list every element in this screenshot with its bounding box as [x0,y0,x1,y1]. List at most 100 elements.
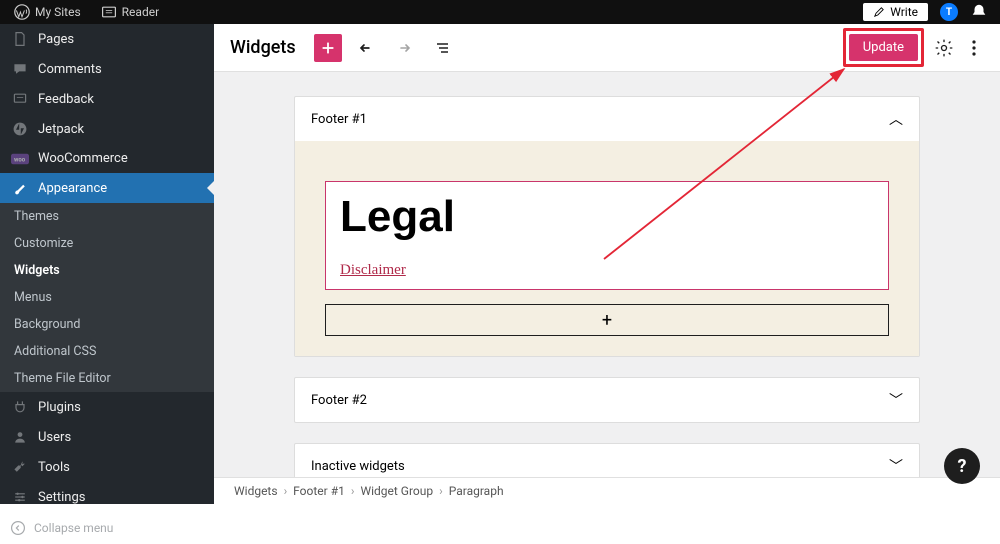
block-appender[interactable]: + [325,304,889,336]
breadcrumb-item[interactable]: Paragraph [449,484,504,498]
collapse-label: Collapse menu [34,521,113,535]
breadcrumb-separator: › [439,484,443,498]
sidebar-item-label: Comments [38,62,102,77]
reader-link[interactable]: Reader [93,0,167,24]
main-layout: Pages Comments Feedback Jetpack woo WooC… [0,24,1000,504]
sidebar-item-label: Plugins [38,400,81,415]
chevron-down-icon: ﹀ [889,390,903,410]
widget-area-header-footer1[interactable]: Footer #1 ︿ [295,97,919,141]
sidebar-item-label: Pages [38,32,74,47]
sidebar-item-pages[interactable]: Pages [0,24,214,54]
svg-text:woo: woo [14,156,26,163]
sidebar-item-label: Feedback [38,92,94,107]
sidebar-item-plugins[interactable]: Plugins [0,392,214,422]
submenu-customize[interactable]: Customize [0,230,214,257]
submenu-themes[interactable]: Themes [0,203,214,230]
heading-block[interactable]: Legal [340,192,874,242]
breadcrumb-item[interactable]: Widgets [234,484,278,498]
more-options-icon[interactable] [964,38,984,58]
sidebar-item-woocommerce[interactable]: woo WooCommerce [0,144,214,173]
sidebar-item-comments[interactable]: Comments [0,54,214,84]
pencil-icon [873,6,885,18]
sliders-icon [10,489,30,505]
sidebar-item-label: Users [38,430,71,445]
woocommerce-icon: woo [10,153,30,165]
notification-icon[interactable] [970,3,988,21]
sidebar-item-feedback[interactable]: Feedback [0,84,214,114]
collapse-menu[interactable]: Collapse menu [0,512,214,544]
submenu-menus[interactable]: Menus [0,284,214,311]
my-sites-label: My Sites [35,5,81,19]
chevron-down-icon: ﹀ [889,456,903,476]
write-label: Write [890,5,918,19]
widget-area-title: Inactive widgets [311,459,405,474]
sidebar-item-users[interactable]: Users [0,422,214,452]
editor-header-right: Update [843,28,984,67]
widget-area-inactive: Inactive widgets ﹀ [294,443,920,477]
page-icon [10,31,30,47]
reader-label: Reader [122,5,159,19]
widget-area-title: Footer #1 [311,112,367,127]
write-button[interactable]: Write [863,3,928,21]
widget-area-header-inactive[interactable]: Inactive widgets ﹀ [295,444,919,477]
submenu-widgets[interactable]: Widgets [0,257,214,284]
feedback-icon [10,91,30,107]
editor-content: Widgets Update Footer #1 ︿ [214,24,1000,504]
widget-area-footer1: Footer #1 ︿ Legal Disclaimer + [294,96,920,357]
users-icon [10,429,30,445]
sidebar-item-label: WooCommerce [38,151,128,166]
chevron-up-icon: ︿ [889,109,903,129]
block-breadcrumb: Widgets › Footer #1 › Widget Group › Par… [214,477,1000,504]
widget-group-block[interactable]: Legal Disclaimer [325,181,889,290]
paragraph-block-link[interactable]: Disclaimer [340,262,406,278]
add-block-button[interactable] [314,34,342,62]
breadcrumb-item[interactable]: Footer #1 [293,484,345,498]
breadcrumb-item[interactable]: Widget Group [360,484,433,498]
avatar[interactable]: T [940,3,958,21]
tools-icon [10,459,30,475]
plus-icon: + [602,310,612,331]
widget-area-title: Footer #2 [311,393,367,408]
plugin-icon [10,399,30,415]
update-highlight-box: Update [843,28,924,67]
admin-bar-left: My Sites Reader [0,0,167,24]
sidebar-item-label: Tools [38,460,70,475]
sidebar-item-appearance[interactable]: Appearance [0,173,214,203]
jetpack-icon [10,121,30,137]
help-icon: ? [958,456,967,477]
update-button[interactable]: Update [849,34,918,61]
sidebar-item-label: Jetpack [38,122,84,137]
editor-body: Footer #1 ︿ Legal Disclaimer + Footer #2 [214,72,1000,477]
sidebar-item-label: Settings [38,490,85,505]
breadcrumb-separator: › [284,484,288,498]
breadcrumb-separator: › [351,484,355,498]
undo-icon [356,38,376,58]
brush-icon [10,180,30,196]
widget-area-header-footer2[interactable]: Footer #2 ﹀ [295,378,919,422]
sidebar-item-label: Appearance [38,181,107,196]
sidebar-item-jetpack[interactable]: Jetpack [0,114,214,144]
redo-button[interactable] [390,34,418,62]
admin-bar-right: Write T [863,3,1000,21]
editor-header: Widgets Update [214,24,1000,72]
settings-icon[interactable] [934,38,954,58]
sidebar-item-settings[interactable]: Settings [0,482,214,512]
sidebar-item-tools[interactable]: Tools [0,452,214,482]
list-view-button[interactable] [428,34,456,62]
submenu-background[interactable]: Background [0,311,214,338]
submenu-theme-file-editor[interactable]: Theme File Editor [0,365,214,392]
admin-sidebar: Pages Comments Feedback Jetpack woo WooC… [0,24,214,504]
plus-icon [319,39,337,57]
widget-area-footer2: Footer #2 ﹀ [294,377,920,423]
submenu-additional-css[interactable]: Additional CSS [0,338,214,365]
widget-area-body-footer1: Legal Disclaimer + [295,141,919,356]
avatar-initial: T [946,7,952,18]
help-button[interactable]: ? [944,448,980,484]
undo-button[interactable] [352,34,380,62]
wordpress-icon [14,4,30,20]
page-title: Widgets [230,37,296,58]
list-view-icon [432,38,452,58]
collapse-icon [10,520,26,536]
wp-logo[interactable]: My Sites [6,0,89,24]
admin-bar: My Sites Reader Write T [0,0,1000,24]
